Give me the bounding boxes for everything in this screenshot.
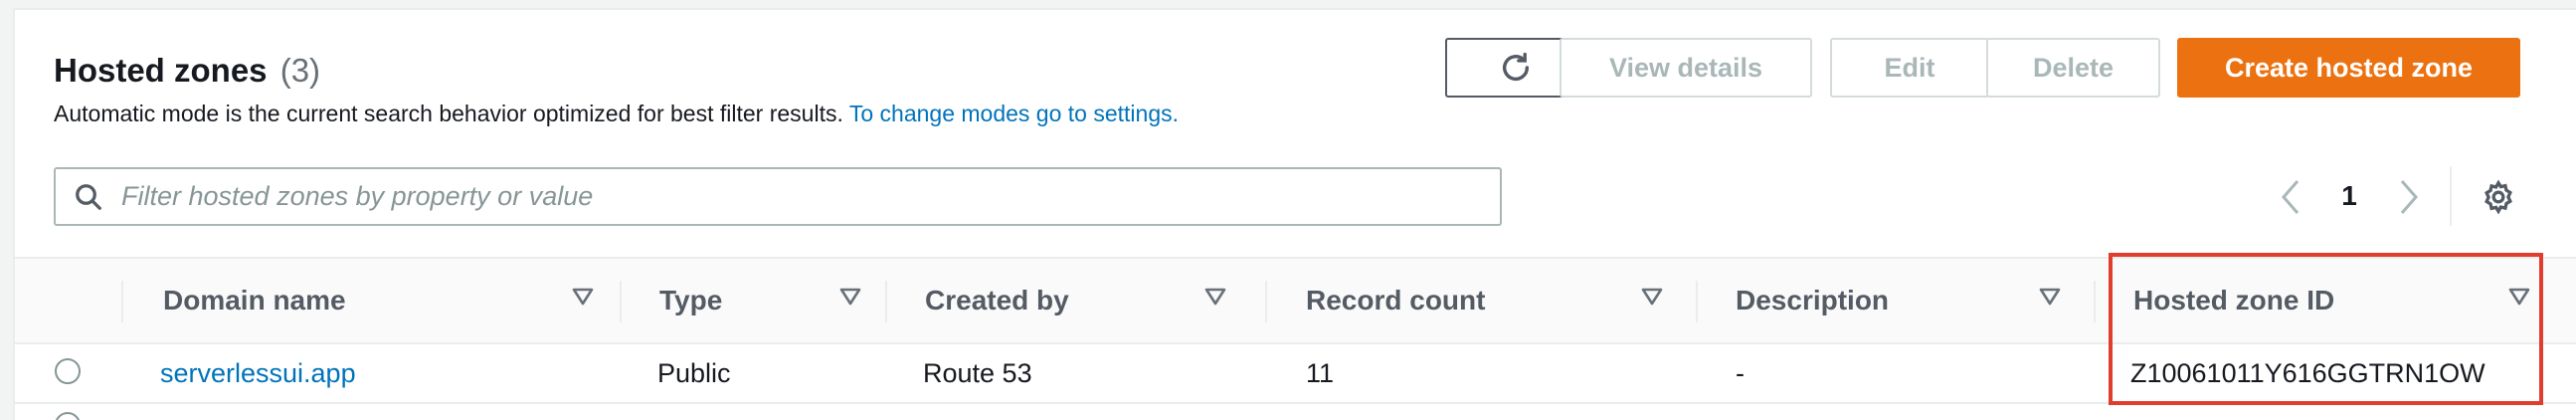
settings-link[interactable]: To change modes go to settings. bbox=[849, 101, 1179, 126]
sort-icon bbox=[1641, 288, 1663, 306]
filter-search-box[interactable]: Filter hosted zones by property or value bbox=[54, 167, 1502, 226]
column-label: Created by bbox=[925, 285, 1069, 315]
column-header-type[interactable]: Type bbox=[659, 259, 888, 342]
column-label: Domain name bbox=[163, 285, 346, 315]
description-cell: - bbox=[1736, 358, 1745, 388]
table-header: Domain name Type Created by Record count… bbox=[15, 257, 2576, 344]
column-divider bbox=[1265, 281, 1267, 322]
delete-button[interactable]: Delete bbox=[1986, 38, 2160, 98]
chevron-left-icon bbox=[2282, 180, 2300, 214]
hosted-zone-id-cell: Z10061011Y616GGTRN1OW bbox=[2130, 358, 2485, 388]
record-count-cell: 11 bbox=[1306, 358, 1335, 388]
sort-icon bbox=[2508, 288, 2530, 306]
column-divider bbox=[620, 281, 622, 322]
column-label: Hosted zone ID bbox=[2133, 285, 2335, 315]
pagination-divider bbox=[2450, 166, 2452, 226]
route53-hosted-zones-page: Hosted zones (3) Automatic mode is the c… bbox=[0, 0, 2576, 420]
search-icon bbox=[76, 183, 101, 210]
current-page-number[interactable]: 1 bbox=[2334, 180, 2364, 212]
edit-button[interactable]: Edit bbox=[1830, 38, 1989, 98]
column-divider bbox=[1696, 281, 1698, 322]
column-divider bbox=[2094, 281, 2096, 322]
domain-name-link[interactable]: serverlessui.app bbox=[160, 358, 356, 389]
view-details-button[interactable]: View details bbox=[1560, 38, 1812, 98]
created-by-cell: Route 53 bbox=[923, 358, 1032, 388]
search-mode-description: Automatic mode is the current search beh… bbox=[54, 101, 1179, 127]
column-header-hosted-zone-id[interactable]: Hosted zone ID bbox=[2133, 259, 2555, 342]
chevron-right-icon bbox=[2400, 180, 2418, 214]
sort-icon bbox=[1204, 288, 1226, 306]
create-hosted-zone-button[interactable]: Create hosted zone bbox=[2177, 38, 2520, 98]
search-mode-text: Automatic mode is the current search beh… bbox=[54, 101, 843, 126]
row-select-radio[interactable] bbox=[55, 358, 81, 384]
column-header-record-count[interactable]: Record count bbox=[1306, 259, 1686, 342]
column-header-domain-name[interactable]: Domain name bbox=[163, 259, 616, 342]
search-input[interactable]: Filter hosted zones by property or value bbox=[121, 181, 593, 212]
column-label: Description bbox=[1736, 285, 1890, 315]
sort-icon bbox=[572, 288, 594, 306]
type-cell: Public bbox=[657, 358, 731, 388]
sort-icon bbox=[839, 288, 861, 306]
column-label: Record count bbox=[1306, 285, 1486, 315]
column-header-created-by[interactable]: Created by bbox=[925, 259, 1251, 342]
sort-icon bbox=[2039, 288, 2061, 306]
column-label: Type bbox=[659, 285, 723, 315]
zone-count: (3) bbox=[279, 52, 321, 89]
gear-icon bbox=[2484, 179, 2512, 215]
column-divider bbox=[121, 281, 123, 322]
column-divider bbox=[885, 281, 887, 322]
previous-page-button[interactable] bbox=[2271, 177, 2310, 217]
page-title: Hosted zones (3) bbox=[54, 52, 320, 90]
preferences-button[interactable] bbox=[2479, 177, 2518, 217]
column-header-description[interactable]: Description bbox=[1736, 259, 2086, 342]
next-page-button[interactable] bbox=[2389, 177, 2429, 217]
refresh-icon bbox=[1502, 52, 1529, 81]
table-row[interactable]: serverlessui.app Public Route 53 11 - Z1… bbox=[15, 344, 2576, 404]
title-text: Hosted zones bbox=[54, 52, 268, 89]
